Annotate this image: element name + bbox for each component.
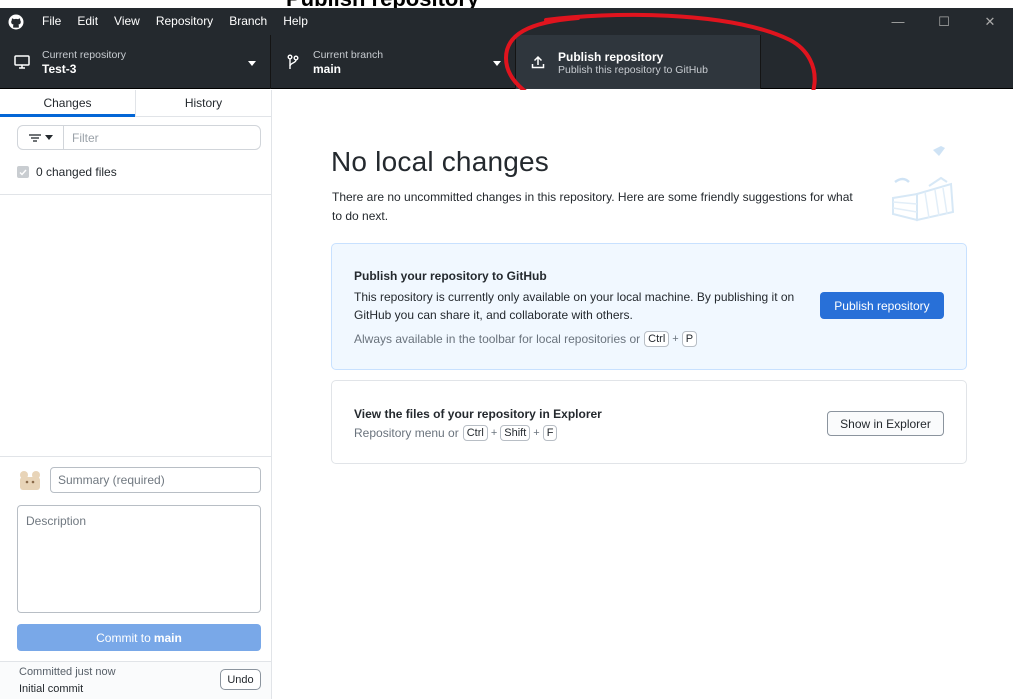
kbd-f: F	[542, 425, 558, 441]
toolbar: Current repository Test-3 Current branch…	[0, 35, 1013, 89]
chevron-down-icon	[248, 61, 256, 66]
filter-options-button[interactable]	[18, 126, 64, 149]
minimize-button[interactable]: —	[875, 8, 921, 35]
title-bar: File Edit View Repository Branch Help — …	[0, 8, 1013, 35]
publish-title: Publish repository	[558, 49, 664, 64]
branch-icon-wrap	[283, 54, 303, 70]
maximize-button[interactable]: ☐	[921, 8, 967, 35]
commit-button[interactable]: Commit to main	[17, 624, 261, 651]
git-branch-icon	[287, 54, 299, 69]
commit-button-branch: main	[153, 630, 182, 645]
menu-file[interactable]: File	[34, 8, 69, 35]
kbd-p: P	[681, 331, 698, 347]
chevron-down-icon	[44, 134, 53, 140]
last-commit-message: Initial commit	[19, 683, 84, 695]
publish-card: Publish your repository to GitHub This r…	[331, 243, 967, 370]
page-subtext: There are no uncommitted changes in this…	[332, 190, 853, 223]
branch-label: Current branch	[313, 48, 384, 61]
filter-icon	[28, 133, 41, 142]
changed-files-count: 0 changed files	[36, 165, 117, 179]
menu-view[interactable]: View	[106, 8, 148, 35]
last-commit-time: Committed just now	[19, 666, 116, 678]
branch-name: main	[313, 61, 342, 76]
filter-box	[17, 125, 261, 150]
kbd-shift: Shift	[500, 425, 531, 441]
menu-edit[interactable]: Edit	[69, 8, 106, 35]
summary-row	[0, 457, 271, 493]
github-logo-icon	[8, 14, 24, 29]
explorer-card: View the files of your repository in Exp…	[331, 380, 967, 464]
commit-summary-input[interactable]	[50, 467, 261, 493]
explorer-hint-text: Repository menu or	[354, 426, 459, 440]
repo-label: Current repository	[42, 48, 127, 61]
chevron-down-icon	[493, 61, 501, 66]
window-controls: — ☐ ✕	[875, 8, 1013, 35]
publish-hint-text: Always available in the toolbar for loca…	[354, 332, 641, 346]
menu-repository[interactable]: Repository	[148, 8, 221, 35]
desktop-icon	[14, 55, 30, 69]
filter-input[interactable]	[64, 130, 244, 145]
show-in-explorer-button[interactable]: Show in Explorer	[827, 411, 944, 436]
kbd-plus: +	[490, 427, 498, 439]
kbd-ctrl: Ctrl	[462, 425, 488, 441]
menu-help[interactable]: Help	[275, 8, 316, 35]
filter-row	[0, 117, 271, 150]
repo-text: Current repository Test-3	[42, 49, 126, 76]
publish-card-hint: Always available in the toolbar for loca…	[354, 331, 699, 347]
close-button[interactable]: ✕	[967, 8, 1013, 35]
menu-branch[interactable]: Branch	[221, 8, 275, 35]
kbd-plus: +	[672, 333, 679, 345]
tab-changes[interactable]: Changes	[0, 90, 135, 117]
sidebar-tabs: Changes History	[0, 90, 271, 117]
avatar	[20, 471, 40, 490]
changed-files-row: 0 changed files	[0, 150, 271, 195]
publish-text: Publish repository Publish this reposito…	[558, 49, 708, 76]
top-banner: Publish repository	[0, 0, 1013, 8]
publish-repository-button[interactable]: Publish repository	[820, 292, 944, 319]
explorer-card-hint: Repository menu or Ctrl + Shift + F	[354, 425, 559, 441]
sidebar: Changes History 0 changed files	[0, 90, 272, 699]
check-icon	[19, 169, 27, 176]
commit-button-prefix: Commit to	[96, 630, 151, 645]
commit-description-input[interactable]: Description	[17, 505, 261, 613]
current-repository-button[interactable]: Current repository Test-3	[0, 35, 271, 89]
upload-icon-wrap	[528, 55, 548, 69]
kbd-plus: +	[533, 427, 540, 439]
publish-repository-toolbar-button[interactable]: Publish repository Publish this reposito…	[516, 35, 761, 89]
repo-name: Test-3	[42, 61, 77, 76]
undo-button[interactable]: Undo	[220, 669, 261, 690]
current-branch-button[interactable]: Current branch main	[271, 35, 516, 89]
publish-card-description: This repository is currently only availa…	[354, 290, 795, 322]
kbd-ctrl: Ctrl	[644, 331, 670, 347]
main-content: No local changes There are no uncommitte…	[273, 90, 1013, 699]
last-commit-panel: Committed just now Initial commit Undo	[0, 661, 271, 699]
tab-history[interactable]: History	[135, 90, 271, 116]
branch-text: Current branch main	[313, 49, 383, 76]
banner-text: Publish repository	[286, 0, 479, 8]
publish-subtitle: Publish this repository to GitHub	[558, 63, 708, 76]
empty-state-illustration-icon	[892, 146, 955, 222]
repo-icon-wrap	[12, 55, 32, 69]
explorer-card-title: View the files of your repository in Exp…	[354, 407, 602, 421]
publish-card-title: Publish your repository to GitHub	[354, 269, 547, 283]
page-title: No local changes	[331, 146, 549, 177]
select-all-checkbox[interactable]	[17, 166, 29, 178]
upload-icon	[531, 55, 545, 69]
